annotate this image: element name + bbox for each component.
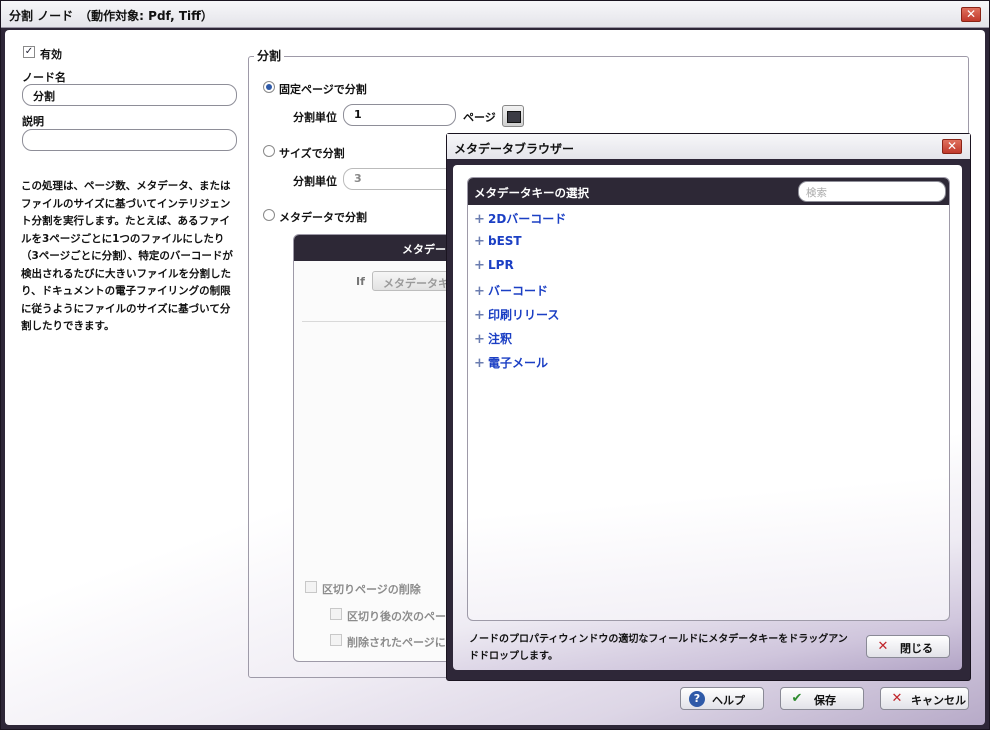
metadata-tree-item[interactable]: + バーコード bbox=[474, 282, 548, 302]
metadata-tree-item-label: bEST bbox=[488, 234, 522, 248]
help-icon: ? bbox=[689, 691, 705, 707]
save-button-label: 保存 bbox=[814, 694, 836, 707]
metadata-browser-title: メタデータブラウザー bbox=[454, 142, 575, 156]
metadata-browser-body: メタデータキーの選択 検索 +2Dバーコード + bEST + LPR + バーコード + 印刷… bbox=[453, 165, 962, 670]
metadata-tree-item-label: 2Dバーコード bbox=[488, 212, 567, 226]
metadata-browser-close-icon[interactable]: ✕ bbox=[942, 139, 962, 154]
plus-icon[interactable]: + bbox=[474, 212, 488, 227]
metadata-option-label: メタデータで分割 bbox=[279, 211, 367, 224]
save-icon: ✔ bbox=[791, 691, 803, 706]
plus-icon[interactable]: + bbox=[474, 234, 488, 249]
window-close-icon[interactable]: ✕ bbox=[961, 7, 981, 22]
metadata-tree-item-label: 印刷リリース bbox=[488, 308, 560, 322]
enabled-label: 有効 bbox=[40, 48, 62, 61]
fixed-page-option-label: 固定ページで分割 bbox=[279, 83, 367, 96]
description-input[interactable] bbox=[22, 129, 237, 151]
metadata-tree-item-label: 電子メール bbox=[488, 356, 549, 370]
unit-input[interactable]: 1 bbox=[343, 104, 456, 126]
window-title-bar[interactable]: 分割 ノード （動作対象: Pdf, Tiff） ✕ bbox=[1, 1, 989, 28]
metadata-tree-item[interactable]: + 電子メール bbox=[474, 354, 548, 374]
plus-icon[interactable]: + bbox=[474, 356, 488, 371]
fixed-page-radio[interactable] bbox=[263, 81, 275, 93]
help-description-text: この処理は、ページ数、メタデータ、またはファイルのサイズに基づいてインテリジェン… bbox=[21, 180, 233, 332]
description-label: 説明 bbox=[22, 115, 44, 128]
metadata-tree-item[interactable]: + bEST bbox=[474, 234, 522, 254]
unit-suffix: ページ bbox=[463, 111, 496, 124]
next-page-label: 区切り後の次のペー bbox=[347, 610, 446, 623]
cancel-icon: ✕ bbox=[891, 691, 903, 706]
metadata-tree-item-label: 注釈 bbox=[488, 332, 513, 346]
split-group-title: 分割 bbox=[254, 47, 285, 64]
metadata-key-header: メタデータキーの選択 検索 bbox=[468, 178, 949, 205]
close-button-icon: ✕ bbox=[877, 639, 889, 654]
drag-drop-note: ノードのプロパティウィンドウの適切なフィールドにメタデータキーをドラッグアンドド… bbox=[469, 634, 848, 662]
cancel-button[interactable]: ✕ キャンセル bbox=[880, 687, 969, 710]
deleted-page-checkbox[interactable] bbox=[330, 634, 342, 646]
metadata-browser-dialog: メタデータブラウザー ✕ メタデータキーの選択 検索 +2Dバーコード + bEST… bbox=[446, 133, 971, 681]
close-button[interactable]: ✕ 閉じる bbox=[866, 635, 950, 658]
unit-label: 分割単位 bbox=[293, 111, 337, 124]
next-page-checkbox[interactable] bbox=[330, 608, 342, 620]
if-label: If bbox=[356, 275, 365, 288]
help-button-label: ヘルプ bbox=[712, 694, 745, 707]
size-unit-label: 分割単位 bbox=[293, 175, 337, 188]
metadata-tree-item-label: バーコード bbox=[488, 284, 549, 298]
metadata-key-tree: メタデータキーの選択 検索 +2Dバーコード + bEST + LPR + バーコード + 印刷… bbox=[467, 177, 950, 621]
metadata-tree-item[interactable]: +2Dバーコード bbox=[474, 210, 566, 230]
delete-separator-label: 区切りページの削除 bbox=[322, 583, 421, 596]
metadata-tree-item[interactable]: + LPR bbox=[474, 258, 514, 278]
plus-icon[interactable]: + bbox=[474, 284, 488, 299]
metadata-tree-item[interactable]: + 注釈 bbox=[474, 330, 512, 350]
enabled-checkbox[interactable]: ✓ bbox=[23, 46, 35, 58]
cancel-button-label: キャンセル bbox=[911, 694, 966, 707]
save-button[interactable]: ✔ 保存 bbox=[780, 687, 864, 710]
delete-separator-checkbox[interactable] bbox=[305, 581, 317, 593]
metadata-browser-title-bar[interactable]: メタデータブラウザー ✕ bbox=[447, 134, 970, 159]
size-unit-input[interactable]: 3 bbox=[343, 168, 456, 190]
metadata-key-header-title: メタデータキーの選択 bbox=[474, 186, 589, 200]
size-radio[interactable] bbox=[263, 145, 275, 157]
plus-icon[interactable]: + bbox=[474, 332, 488, 347]
close-button-label: 閉じる bbox=[900, 642, 933, 655]
size-option-label: サイズで分割 bbox=[279, 147, 345, 160]
search-input[interactable]: 検索 bbox=[798, 181, 946, 202]
metadata-tree-item-label: LPR bbox=[488, 258, 514, 272]
deleted-page-label: 削除されたページに bbox=[347, 636, 446, 649]
plus-icon[interactable]: + bbox=[474, 308, 488, 323]
metadata-radio[interactable] bbox=[263, 209, 275, 221]
metadata-tree-item[interactable]: + 印刷リリース bbox=[474, 306, 559, 326]
metadata-picker-icon[interactable] bbox=[502, 105, 524, 127]
window-title: 分割 ノード （動作対象: Pdf, Tiff） bbox=[9, 9, 213, 23]
help-button[interactable]: ? ヘルプ bbox=[680, 687, 764, 710]
plus-icon[interactable]: + bbox=[474, 258, 488, 273]
node-name-label: ノード名 bbox=[22, 71, 66, 84]
node-name-input[interactable]: 分割 bbox=[22, 84, 237, 106]
